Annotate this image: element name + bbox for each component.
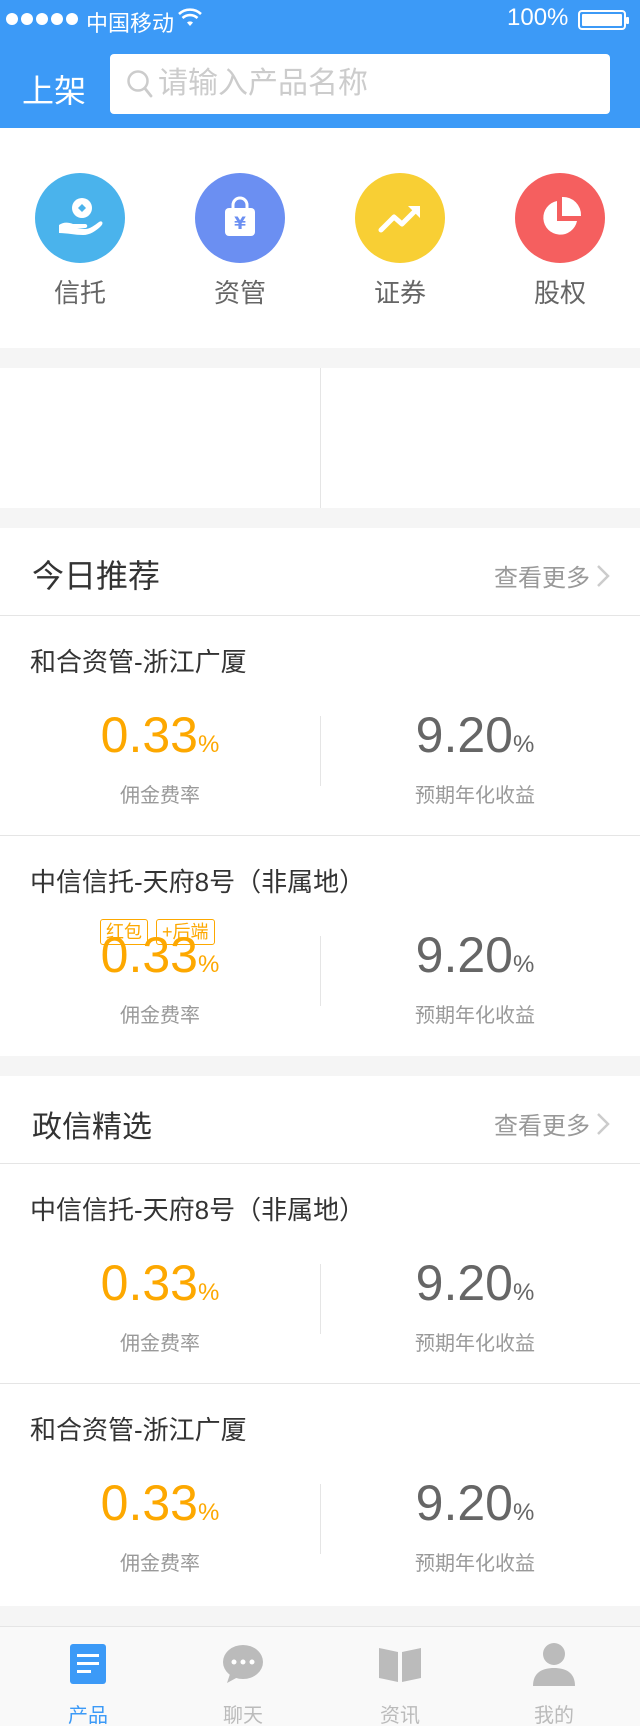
hand-coin-icon	[35, 173, 125, 263]
commission-rate: 0.33% 佣金费率	[60, 1257, 260, 1356]
expected-yield: 9.20% 预期年化收益	[375, 1477, 575, 1576]
tab-products[interactable]: 产品	[28, 1641, 148, 1726]
carrier-label: 中国移动	[86, 11, 175, 36]
category-equity[interactable]: 股权	[515, 173, 605, 310]
percent-unit: %	[197, 1499, 220, 1526]
commission-rate: 0.33% 佣金费率	[60, 1477, 260, 1576]
divider	[320, 1264, 321, 1334]
selection-section: 政信精选 查看更多 中信信托-天府8号（非属地） 0.33% 佣金费率 9.20…	[0, 1076, 640, 1606]
document-icon	[28, 1641, 148, 1687]
commission-value: 0.33	[100, 1475, 198, 1531]
tab-mine[interactable]: 我的	[494, 1641, 614, 1726]
expected-yield: 9.20% 预期年化收益	[375, 709, 575, 808]
view-more-link[interactable]: 查看更多	[494, 558, 610, 593]
section-header: 政信精选 查看更多	[0, 1076, 640, 1164]
search-input[interactable]	[158, 64, 598, 104]
view-more-label: 查看更多	[494, 1113, 590, 1140]
yield-label: 预期年化收益	[415, 1333, 535, 1355]
commission-value: 0.33	[100, 707, 198, 763]
wifi-icon	[178, 8, 202, 34]
divider	[320, 936, 321, 1006]
tab-chat[interactable]: 聊天	[183, 1641, 303, 1726]
chevron-right-icon	[597, 564, 610, 587]
percent-unit: %	[197, 1279, 220, 1306]
tab-label: 产品	[68, 1705, 108, 1726]
percent-unit: %	[512, 1279, 535, 1306]
tab-bar: 产品 聊天 资讯 我的	[0, 1626, 640, 1726]
commission-value: 0.33	[100, 1255, 198, 1311]
view-more-link[interactable]: 查看更多	[494, 1106, 610, 1141]
status-bar: 中国移动 100%	[0, 0, 640, 40]
commission-label: 佣金费率	[120, 785, 200, 807]
commission-label: 佣金费率	[120, 1005, 200, 1027]
commission-label: 佣金费率	[120, 1333, 200, 1355]
yield-value: 9.20	[415, 927, 513, 983]
banner-area	[0, 368, 640, 508]
yield-label: 预期年化收益	[415, 1553, 535, 1575]
battery-icon	[578, 10, 629, 30]
ad-banner[interactable]	[0, 368, 320, 508]
yield-value: 9.20	[415, 707, 513, 763]
tab-news[interactable]: 资讯	[340, 1641, 460, 1726]
category-label: 证券	[373, 278, 426, 308]
product-name: 中信信托-天府8号（非属地）	[30, 867, 366, 897]
tab-label: 聊天	[223, 1705, 263, 1726]
activity-banner[interactable]	[321, 368, 640, 508]
percent-unit: %	[512, 731, 535, 758]
commission-label: 佣金费率	[120, 1553, 200, 1575]
yield-label: 预期年化收益	[415, 1005, 535, 1027]
product-name: 中信信托-天府8号（非属地）	[30, 1195, 366, 1225]
commission-rate: 0.33% 佣金费率	[60, 929, 260, 1028]
signal-icon	[6, 13, 78, 25]
user-icon	[494, 1641, 614, 1687]
commission-rate: 0.33% 佣金费率	[60, 709, 260, 808]
category-asset-management[interactable]: ¥ 资管	[195, 173, 285, 310]
category-label: 股权	[533, 278, 586, 308]
trend-up-icon	[355, 173, 445, 263]
section-header: 今日推荐 查看更多	[0, 528, 640, 616]
category-trust[interactable]: 信托	[35, 173, 125, 310]
search-icon	[126, 69, 154, 104]
view-more-label: 查看更多	[494, 565, 590, 592]
commission-value: 0.33	[100, 927, 198, 983]
section-title: 政信精选	[32, 1111, 152, 1144]
percent-unit: %	[197, 731, 220, 758]
product-name: 和合资管-浙江广厦	[30, 647, 247, 677]
tab-label: 资讯	[380, 1705, 420, 1726]
category-grid: 信托 ¥ 资管 证券 股权	[0, 128, 640, 348]
category-label: 资管	[213, 278, 266, 308]
chat-icon	[183, 1641, 303, 1687]
battery-percent: 100%	[507, 4, 569, 31]
page-title: 上架	[22, 73, 87, 109]
product-card[interactable]: 中信信托-天府8号（非属地） 红包 +后端 0.33% 佣金费率 9.20% 预…	[0, 836, 640, 1056]
pie-chart-icon	[515, 173, 605, 263]
chevron-right-icon	[597, 1112, 610, 1135]
category-securities[interactable]: 证券	[355, 173, 445, 310]
product-card[interactable]: 和合资管-浙江广厦 0.33% 佣金费率 9.20% 预期年化收益	[0, 1384, 640, 1604]
money-bag-icon: ¥	[195, 173, 285, 263]
divider	[320, 716, 321, 786]
yield-value: 9.20	[415, 1255, 513, 1311]
category-label: 信托	[53, 278, 106, 308]
tab-label: 我的	[534, 1705, 574, 1726]
book-icon	[340, 1641, 460, 1687]
recommend-section: 今日推荐 查看更多 和合资管-浙江广厦 0.33% 佣金费率 9.20% 预期年…	[0, 528, 640, 1056]
product-card[interactable]: 和合资管-浙江广厦 0.33% 佣金费率 9.20% 预期年化收益	[0, 616, 640, 836]
divider	[320, 1484, 321, 1554]
percent-unit: %	[197, 951, 220, 978]
section-title: 今日推荐	[32, 558, 161, 594]
expected-yield: 9.20% 预期年化收益	[375, 929, 575, 1028]
search-box[interactable]	[110, 54, 610, 114]
header: 中国移动 100% 上架	[0, 0, 640, 128]
expected-yield: 9.20% 预期年化收益	[375, 1257, 575, 1356]
svg-text:¥: ¥	[234, 214, 246, 234]
percent-unit: %	[512, 951, 535, 978]
percent-unit: %	[512, 1499, 535, 1526]
yield-value: 9.20	[415, 1475, 513, 1531]
yield-label: 预期年化收益	[415, 785, 535, 807]
product-card[interactable]: 中信信托-天府8号（非属地） 0.33% 佣金费率 9.20% 预期年化收益	[0, 1164, 640, 1384]
product-name: 和合资管-浙江广厦	[30, 1415, 247, 1445]
